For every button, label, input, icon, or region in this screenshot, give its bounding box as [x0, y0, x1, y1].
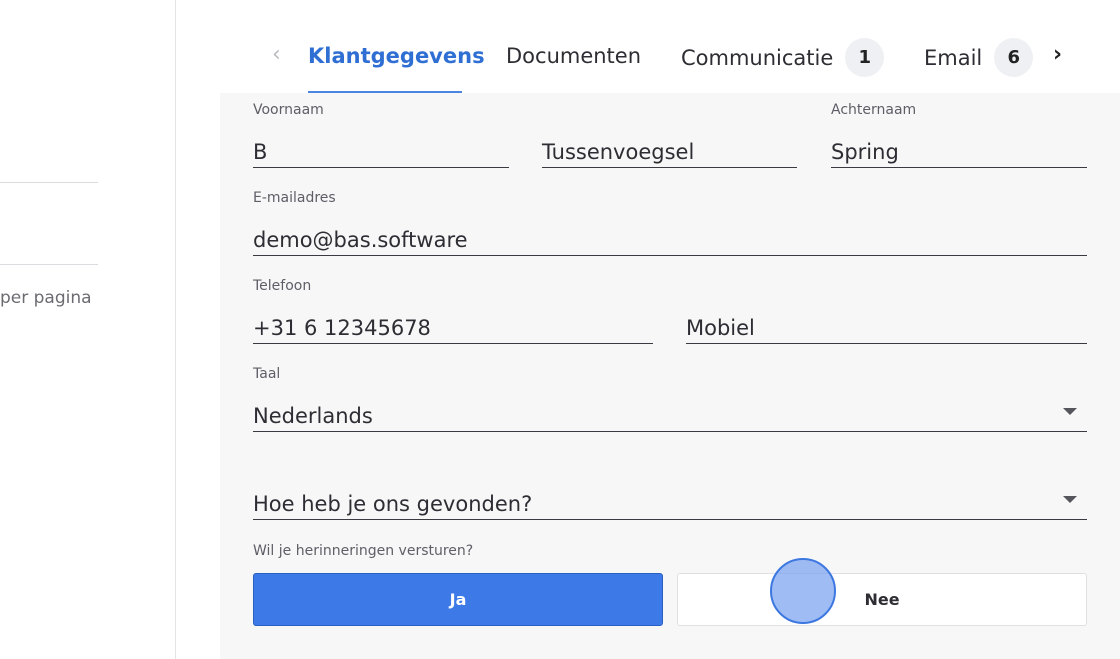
- email-field[interactable]: demo@bas.software: [253, 215, 1087, 256]
- email-value: demo@bas.software: [253, 228, 468, 252]
- achternaam-value: Spring: [831, 140, 899, 164]
- telefoon-field[interactable]: +31 6 12345678: [253, 303, 653, 344]
- tab-label: Communicatie: [681, 45, 834, 70]
- voornaam-label: Voornaam: [253, 102, 324, 118]
- achternaam-label: Achternaam: [831, 102, 917, 118]
- telefoon-label: Telefoon: [253, 278, 312, 294]
- tab-documenten[interactable]: Documenten: [506, 44, 641, 68]
- count-badge: 6: [994, 38, 1034, 77]
- no-button[interactable]: Nee: [677, 573, 1087, 626]
- taal-value: Nederlands: [253, 404, 373, 428]
- tab-label: Documenten: [506, 44, 642, 68]
- herinneringen-label: Wil je herinneringen versturen?: [253, 543, 474, 559]
- achternaam-field[interactable]: Spring: [831, 127, 1087, 168]
- voornaam-value: B: [253, 140, 268, 164]
- tab-klantgegevens[interactable]: Klantgegevens: [308, 44, 485, 68]
- per-page-label: per pagina: [0, 288, 92, 308]
- gevonden-placeholder: Hoe heb je ons gevonden?: [253, 492, 533, 516]
- tab-email[interactable]: Email 6: [924, 38, 1034, 77]
- tab-bar: ‹ Klantgegevens Documenten Communicatie …: [253, 20, 1087, 94]
- click-indicator: [770, 558, 836, 624]
- email-label: E-mailadres: [253, 190, 336, 206]
- count-badge: 1: [845, 38, 885, 77]
- dropdown-arrow-icon: [1063, 408, 1077, 415]
- mobiel-field[interactable]: Mobiel: [686, 303, 1087, 344]
- tab-label: Klantgegevens: [308, 44, 485, 68]
- taal-label: Taal: [253, 366, 281, 382]
- divider: [0, 182, 98, 183]
- taal-select[interactable]: Nederlands: [253, 391, 1087, 432]
- yes-button[interactable]: Ja: [253, 573, 663, 626]
- divider: [0, 264, 98, 265]
- voornaam-field[interactable]: B: [253, 127, 509, 168]
- customer-form: Voornaam B Tussenvoegsel Achternaam Spri…: [220, 93, 1120, 659]
- tab-communicatie[interactable]: Communicatie 1: [681, 38, 885, 77]
- chevron-right-icon[interactable]: ›: [1053, 44, 1062, 66]
- tussenvoegsel-field[interactable]: Tussenvoegsel: [542, 127, 797, 168]
- left-panel: per pagina: [0, 0, 176, 659]
- gevonden-select[interactable]: Hoe heb je ons gevonden?: [253, 479, 1087, 520]
- dropdown-arrow-icon: [1063, 496, 1077, 503]
- chevron-left-icon[interactable]: ‹: [272, 44, 281, 66]
- tussenvoegsel-placeholder: Tussenvoegsel: [542, 140, 695, 164]
- telefoon-value: +31 6 12345678: [253, 316, 431, 340]
- mobiel-placeholder: Mobiel: [686, 316, 755, 340]
- tab-label: Email: [924, 45, 983, 70]
